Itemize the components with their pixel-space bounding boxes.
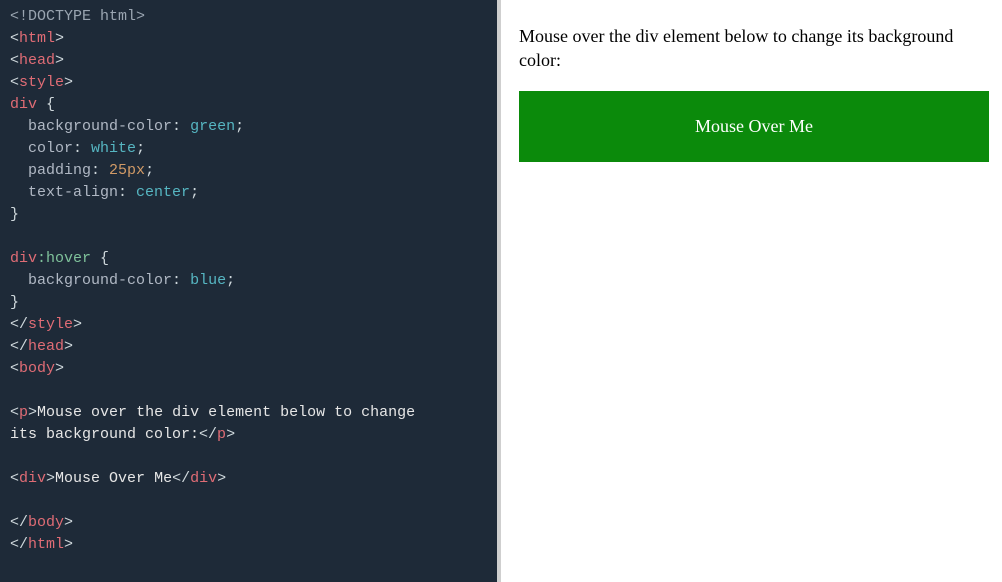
code-token: {	[91, 250, 109, 267]
code-token: :hover	[37, 250, 91, 267]
code-token: head	[28, 338, 64, 355]
code-token: blue	[190, 272, 226, 289]
code-token: <	[10, 52, 19, 69]
code-token: </	[199, 426, 217, 443]
code-token: >	[64, 74, 73, 91]
code-token: head	[19, 52, 55, 69]
code-token: center	[136, 184, 190, 201]
code-token: </	[10, 514, 28, 531]
code-token: white	[91, 140, 136, 157]
code-editor-pane[interactable]: <!DOCTYPE html> <html> <head> <style> di…	[0, 0, 501, 582]
code-token: style	[19, 74, 64, 91]
code-token: body	[28, 514, 64, 531]
preview-pane: Mouse over the div element below to chan…	[501, 0, 1002, 582]
code-token: >	[73, 316, 82, 333]
code-token: html	[19, 30, 55, 47]
code-token: >	[46, 470, 55, 487]
code-token: html	[28, 536, 64, 553]
code-token: p	[217, 426, 226, 443]
code-token: >	[55, 30, 64, 47]
code-token: >	[28, 404, 37, 421]
code-token: Mouse Over Me	[55, 470, 172, 487]
code-token: {	[37, 96, 55, 113]
code-token: 25px	[109, 162, 145, 179]
code-token: </	[10, 536, 28, 553]
code-token: background-color	[28, 118, 172, 135]
code-token: padding	[28, 162, 91, 179]
code-token: </	[10, 316, 28, 333]
code-token: }	[10, 206, 19, 223]
code-token: <	[10, 470, 19, 487]
code-token: color	[28, 140, 73, 157]
code-token: div	[190, 470, 217, 487]
code-token: }	[10, 294, 19, 311]
code-token: >	[64, 514, 73, 531]
code-token: >	[226, 426, 235, 443]
code-token: <	[10, 404, 19, 421]
instruction-text: Mouse over the div element below to chan…	[519, 24, 990, 73]
code-token: body	[19, 360, 55, 377]
code-token: >	[217, 470, 226, 487]
code-token: <	[10, 360, 19, 377]
code-token: its background color:	[10, 426, 199, 443]
code-token: >	[64, 338, 73, 355]
code-token: <	[10, 30, 19, 47]
code-token: text-align	[28, 184, 118, 201]
code-token: style	[28, 316, 73, 333]
code-token: Mouse over the div element below to chan…	[37, 404, 424, 421]
code-token: background-color	[28, 272, 172, 289]
hover-target-box[interactable]: Mouse Over Me	[519, 91, 989, 162]
code-token: <	[10, 74, 19, 91]
code-token: </	[172, 470, 190, 487]
code-token: green	[190, 118, 235, 135]
code-token: div	[10, 250, 37, 267]
code-token: >	[64, 536, 73, 553]
code-token: >	[55, 52, 64, 69]
code-token: p	[19, 404, 28, 421]
code-token: </	[10, 338, 28, 355]
code-token: <!DOCTYPE html>	[10, 8, 145, 25]
code-token: div	[19, 470, 46, 487]
code-token: div	[10, 96, 37, 113]
code-token: >	[55, 360, 64, 377]
